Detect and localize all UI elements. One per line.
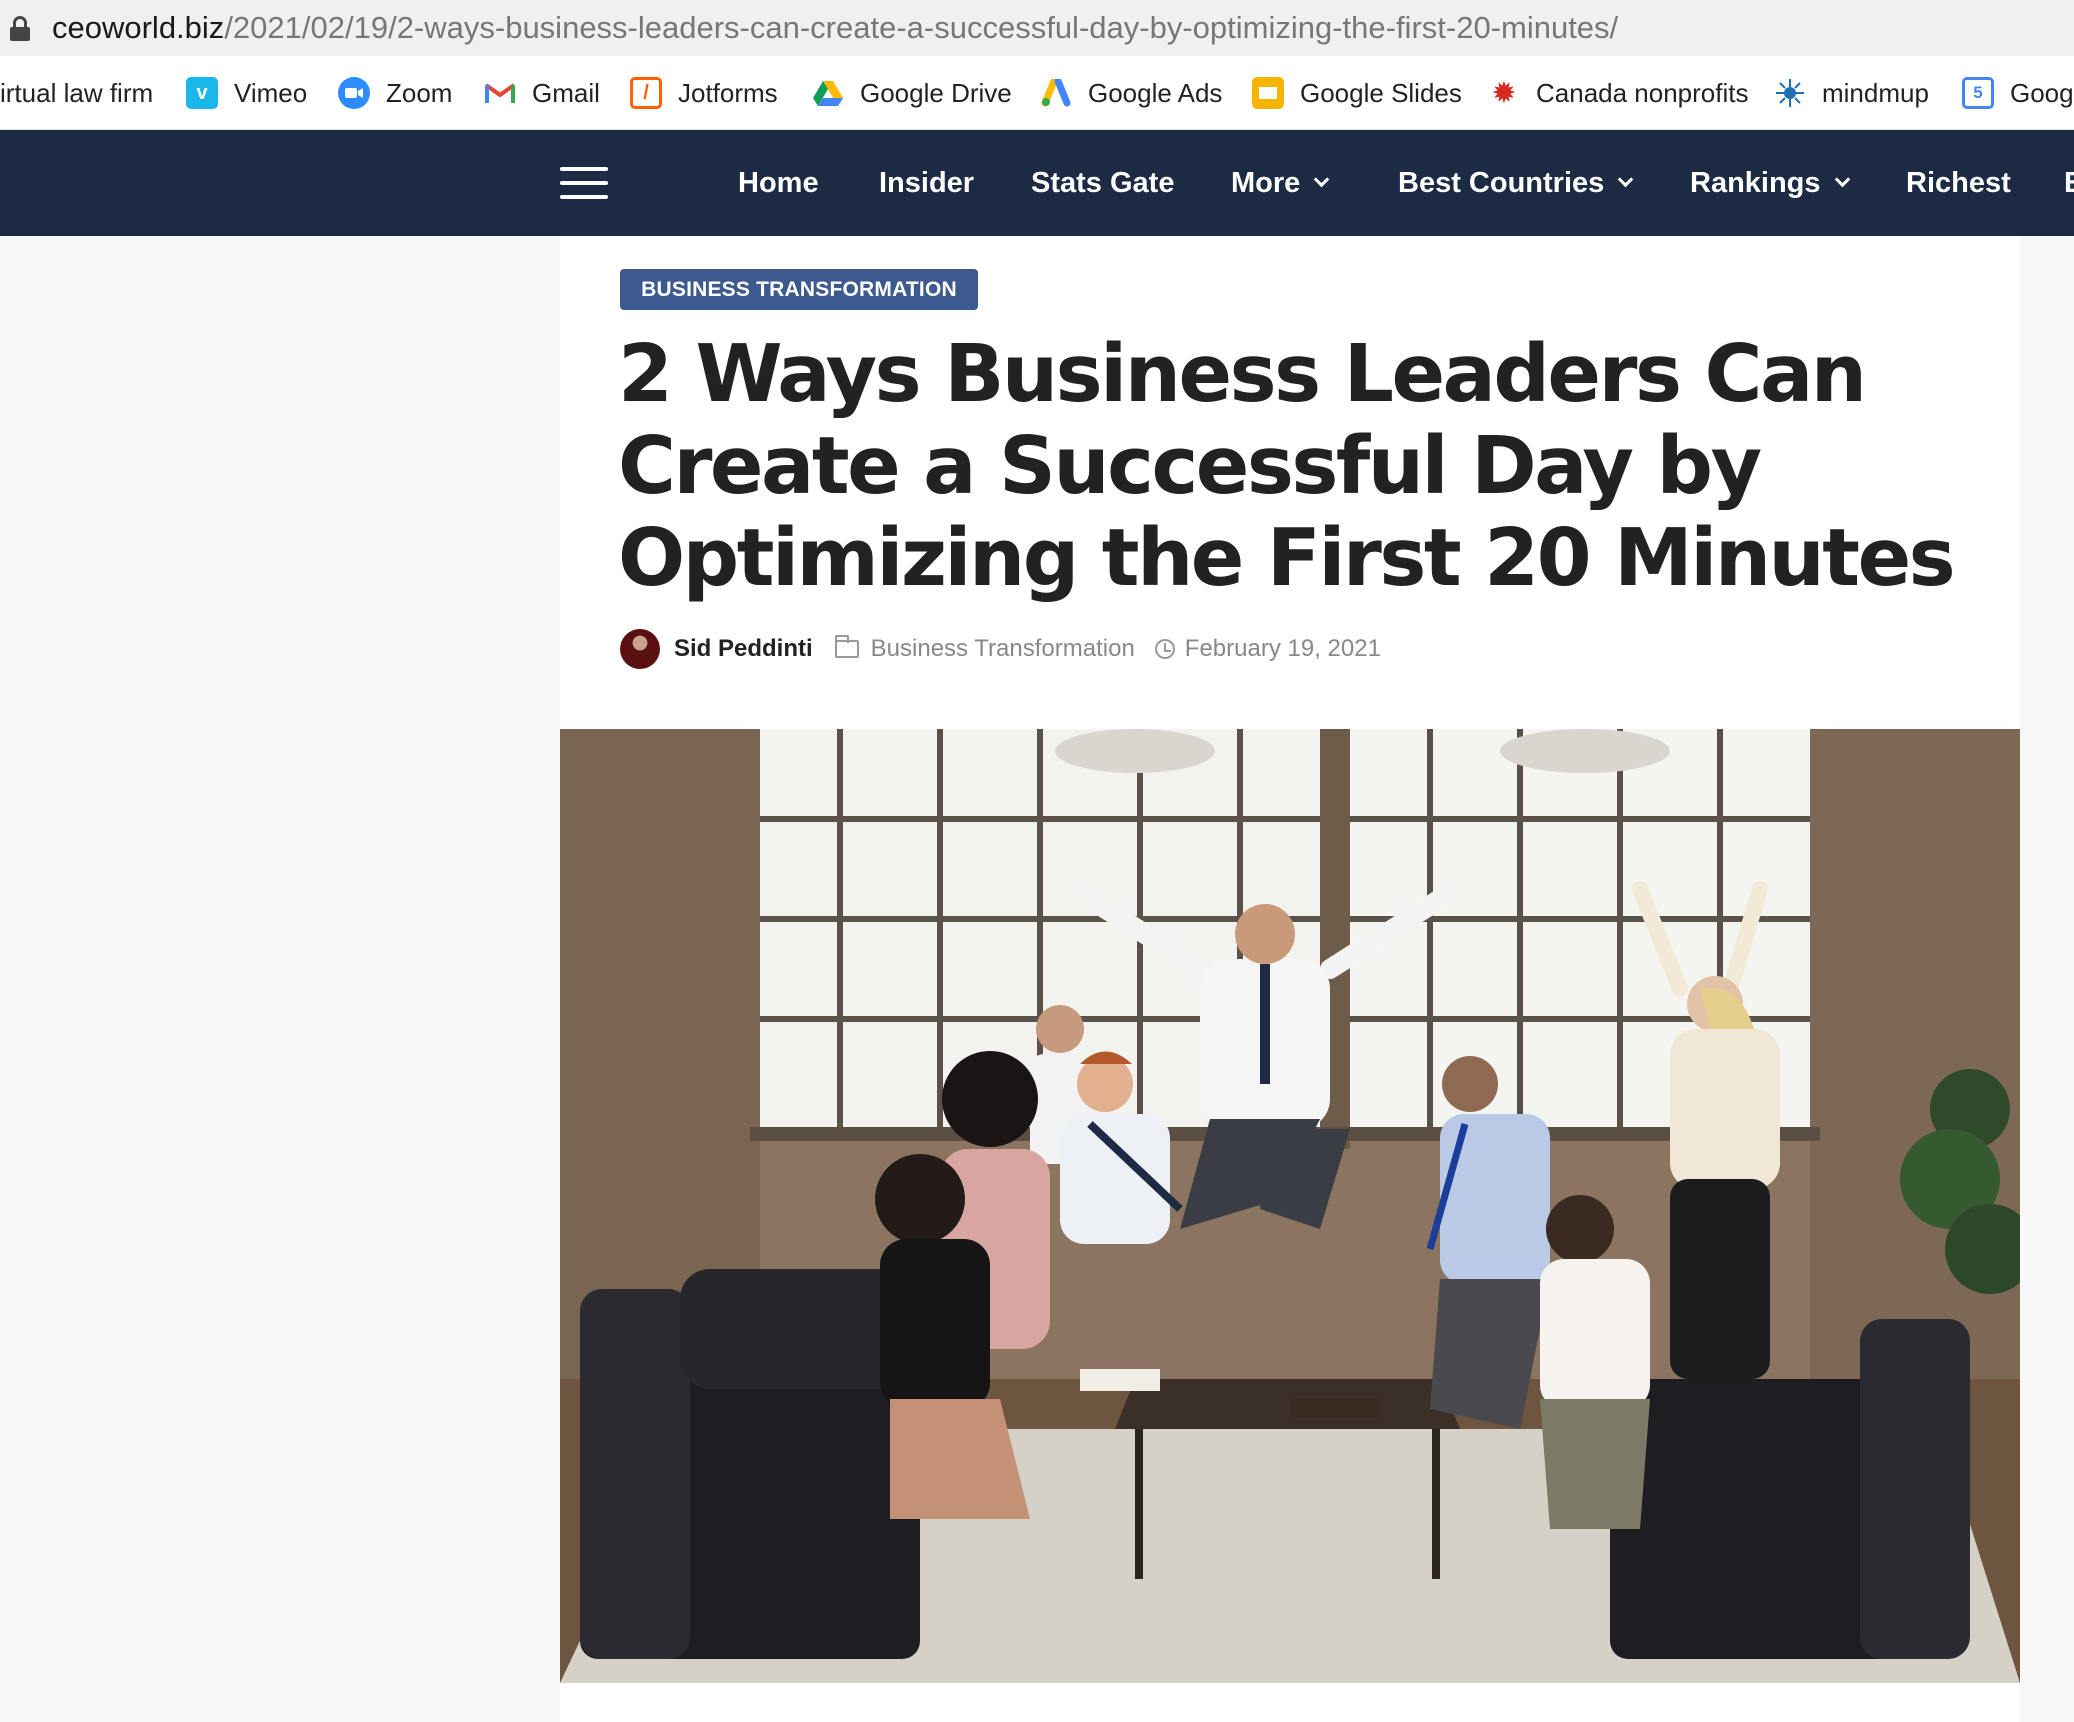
google-ads-icon [1040, 77, 1072, 109]
vimeo-icon: v [186, 77, 218, 109]
article-title: 2 Ways Business Leaders Can Create a Suc… [618, 328, 1956, 604]
category-badge[interactable]: BUSINESS TRANSFORMATION [620, 269, 978, 310]
bookmark-virtual-law-firm[interactable]: irtual law firm [0, 56, 153, 129]
nav-home[interactable]: Home [738, 130, 819, 236]
avatar[interactable] [620, 629, 660, 669]
bookmark-canada-nonprofits[interactable]: ✹ Canada nonprofits [1488, 56, 1748, 129]
author-link[interactable]: Sid Peddinti [674, 635, 813, 663]
url-text[interactable]: ceoworld.biz/2021/02/19/2-ways-business-… [52, 10, 1618, 46]
nav-richest[interactable]: Richest [1906, 130, 2011, 236]
bookmark-google-drive[interactable]: Google Drive [812, 56, 1012, 129]
nav-rankings[interactable]: Rankings [1690, 130, 1850, 236]
zoom-icon [338, 77, 370, 109]
chevron-down-icon [1314, 171, 1330, 187]
menu-icon[interactable] [560, 167, 608, 199]
site-nav: Home Insider Stats Gate More Best Countr… [0, 130, 2074, 236]
clock-icon [1154, 639, 1175, 659]
category-link[interactable]: Business Transformation [871, 635, 1135, 663]
article-meta: Sid Peddinti Business Transformation Feb… [620, 628, 1381, 670]
maple-leaf-icon: ✹ [1491, 76, 1517, 110]
bookmark-gmail[interactable]: Gmail [484, 56, 600, 129]
hero-image [560, 729, 2020, 1683]
google-calendar-icon: 5 [1962, 77, 1994, 109]
address-bar[interactable]: ceoworld.biz/2021/02/19/2-ways-business-… [0, 0, 2074, 56]
bookmark-zoom[interactable]: Zoom [338, 56, 452, 129]
mindmup-icon [1774, 77, 1806, 109]
nav-overflow-item[interactable]: E [2064, 130, 2074, 236]
lock-icon[interactable] [10, 16, 30, 41]
nav-insider[interactable]: Insider [879, 130, 974, 236]
gmail-icon [484, 77, 516, 109]
nav-more[interactable]: More [1231, 130, 1330, 236]
office-celebration-illustration [560, 729, 2020, 1683]
bookmark-google-calendar[interactable]: 5 Googl [1962, 56, 2074, 129]
bookmark-vimeo[interactable]: v Vimeo [186, 56, 307, 129]
bookmark-mindmup[interactable]: mindmup [1774, 56, 1929, 129]
bookmark-google-slides[interactable]: Google Slides [1252, 56, 1462, 129]
bookmark-jotforms[interactable]: / Jotforms [630, 56, 778, 129]
google-drive-icon [812, 77, 844, 109]
chevron-down-icon [1834, 171, 1850, 187]
folder-icon [834, 635, 859, 658]
nav-stats-gate[interactable]: Stats Gate [1031, 130, 1174, 236]
publish-date: February 19, 2021 [1184, 635, 1381, 662]
google-slides-icon [1252, 77, 1284, 109]
jotform-icon: / [630, 77, 662, 109]
nav-best-countries[interactable]: Best Countries [1398, 130, 1634, 236]
bookmarks-bar: irtual law firm v Vimeo Zoom Gmail / Jot… [0, 56, 2074, 130]
bookmark-google-ads[interactable]: Google Ads [1040, 56, 1222, 129]
chevron-down-icon [1617, 171, 1634, 187]
